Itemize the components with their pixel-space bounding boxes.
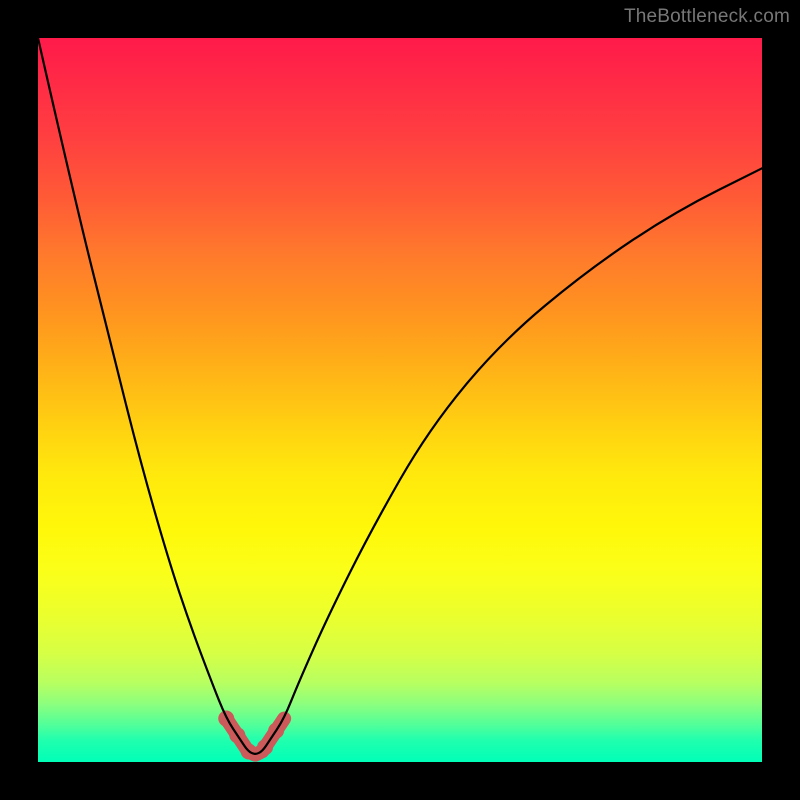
chart-frame: TheBottleneck.com [0, 0, 800, 800]
watermark-text: TheBottleneck.com [624, 6, 790, 28]
plot-area [38, 38, 762, 762]
curve-layer [38, 38, 762, 762]
bottleneck-curve [38, 38, 762, 754]
